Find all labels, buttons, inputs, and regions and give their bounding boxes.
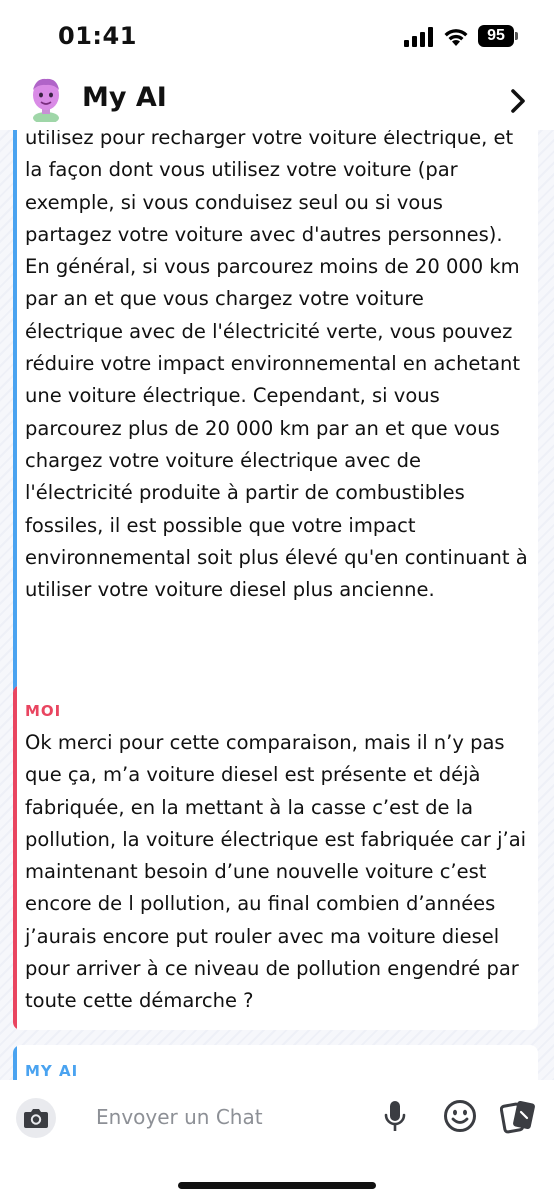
- user-message-text: Ok merci pour cette comparaison, mais il…: [25, 731, 527, 1013]
- cellular-signal-icon: [404, 27, 433, 47]
- camera-button[interactable]: [16, 1098, 56, 1138]
- cards-icon[interactable]: [500, 1099, 538, 1135]
- my-ai-avatar[interactable]: [24, 76, 68, 122]
- chat-message-list[interactable]: utilisez pour recharger votre voiture él…: [0, 130, 554, 1080]
- ai-message-accent-bar: [13, 1045, 17, 1080]
- chevron-right-icon[interactable]: [510, 88, 526, 114]
- chat-input[interactable]: [96, 1102, 366, 1132]
- user-sender-label: MOI: [25, 702, 62, 720]
- chat-input-bar: [0, 1080, 554, 1200]
- battery-tip: [515, 32, 518, 40]
- user-message: MOI Ok merci pour cette comparaison, mai…: [13, 685, 538, 1030]
- battery-indicator: 95: [478, 25, 514, 47]
- user-message-accent-bar: [13, 685, 17, 1030]
- smiley-icon[interactable]: [443, 1099, 477, 1133]
- ai-sender-label: MY AI: [25, 1062, 79, 1080]
- status-time: 01:41: [58, 22, 137, 50]
- microphone-icon[interactable]: [384, 1100, 406, 1134]
- wifi-icon: [444, 29, 468, 46]
- chat-title: My AI: [82, 82, 167, 113]
- ai-message-text: utilisez pour recharger votre voiture él…: [25, 130, 528, 602]
- camera-icon: [24, 1109, 48, 1128]
- snapchat-chat-screen: 01:41 95 My AI utilisez pour recharger v…: [0, 0, 554, 1200]
- chat-header: My AI: [0, 72, 554, 130]
- home-indicator[interactable]: [178, 1182, 376, 1189]
- status-bar: 01:41 95: [0, 0, 554, 72]
- ai-message-partial: MY AI: [13, 1045, 538, 1080]
